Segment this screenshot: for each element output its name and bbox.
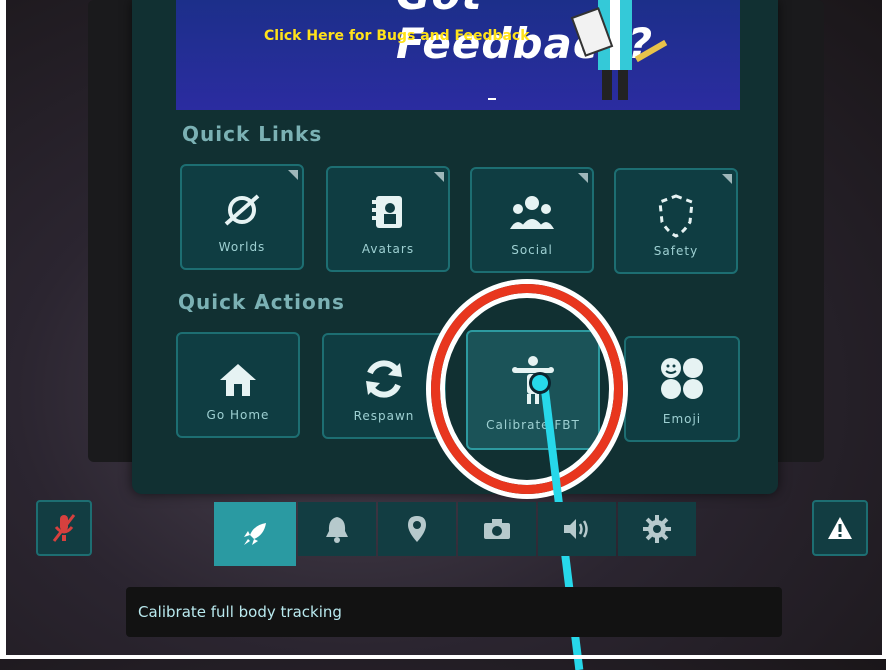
- tile-social[interactable]: Social: [470, 167, 594, 273]
- frame-edge-left: [0, 0, 6, 659]
- location-pin-icon: [408, 516, 426, 542]
- banner-indicator: [488, 98, 496, 100]
- submenu-indicator: [434, 172, 444, 182]
- tile-label: Social: [511, 243, 553, 257]
- tab-launchpad[interactable]: [214, 502, 296, 566]
- safety-warning-button[interactable]: [812, 500, 868, 556]
- tile-label: Avatars: [361, 242, 415, 256]
- mic-muted-icon: [52, 514, 76, 542]
- tab-audio[interactable]: [538, 502, 616, 556]
- camera-icon: [484, 519, 510, 539]
- quick-links-title: Quick Links: [182, 122, 323, 146]
- submenu-indicator: [722, 174, 732, 184]
- frame-edge-right: [882, 0, 886, 659]
- home-icon: [220, 364, 256, 396]
- rocket-icon: [244, 523, 266, 545]
- respawn-icon: [366, 360, 402, 398]
- banner-subtitle: Click Here for Bugs and Feedback: [264, 28, 530, 44]
- warning-icon: [828, 517, 852, 539]
- tile-emoji[interactable]: Emoji: [624, 336, 740, 442]
- pointer-cursor: [529, 372, 551, 394]
- frame-edge-bottom: [0, 655, 886, 659]
- tab-location[interactable]: [378, 502, 456, 556]
- people-icon: [510, 196, 554, 229]
- tile-label: Worlds: [218, 240, 266, 254]
- tile-label: Respawn: [353, 409, 415, 423]
- tab-camera[interactable]: [458, 502, 536, 556]
- tab-notifications[interactable]: [298, 502, 376, 556]
- tooltip-bar: Calibrate full body tracking: [126, 587, 782, 637]
- tile-avatars[interactable]: Avatars: [326, 166, 450, 272]
- tile-safety[interactable]: Safety: [614, 168, 738, 274]
- tile-respawn[interactable]: Respawn: [322, 333, 446, 439]
- mascot-illustration: [570, 0, 668, 100]
- gear-icon: [643, 515, 671, 543]
- tile-label: Emoji: [662, 412, 702, 426]
- bottom-tab-bar: [214, 502, 698, 566]
- shield-outline-icon: [658, 194, 694, 238]
- highlight-ring: [431, 284, 623, 494]
- tooltip-text: Calibrate full body tracking: [138, 603, 342, 621]
- quick-actions-title: Quick Actions: [178, 290, 345, 314]
- mic-toggle-button[interactable]: [36, 500, 92, 556]
- emoji-icon: [661, 358, 703, 399]
- bell-icon: [326, 517, 348, 543]
- avatar-book-icon: [372, 196, 402, 228]
- feedback-banner[interactable]: Got Feedback? Click Here for Bugs and Fe…: [176, 0, 740, 110]
- planet-icon: [224, 194, 260, 226]
- submenu-indicator: [578, 173, 588, 183]
- submenu-indicator: [288, 170, 298, 180]
- tile-go-home[interactable]: Go Home: [176, 332, 300, 438]
- tile-worlds[interactable]: Worlds: [180, 164, 304, 270]
- speaker-icon: [564, 519, 588, 539]
- tile-label: Safety: [653, 244, 699, 258]
- tab-settings[interactable]: [618, 502, 696, 556]
- tile-label: Go Home: [206, 408, 270, 422]
